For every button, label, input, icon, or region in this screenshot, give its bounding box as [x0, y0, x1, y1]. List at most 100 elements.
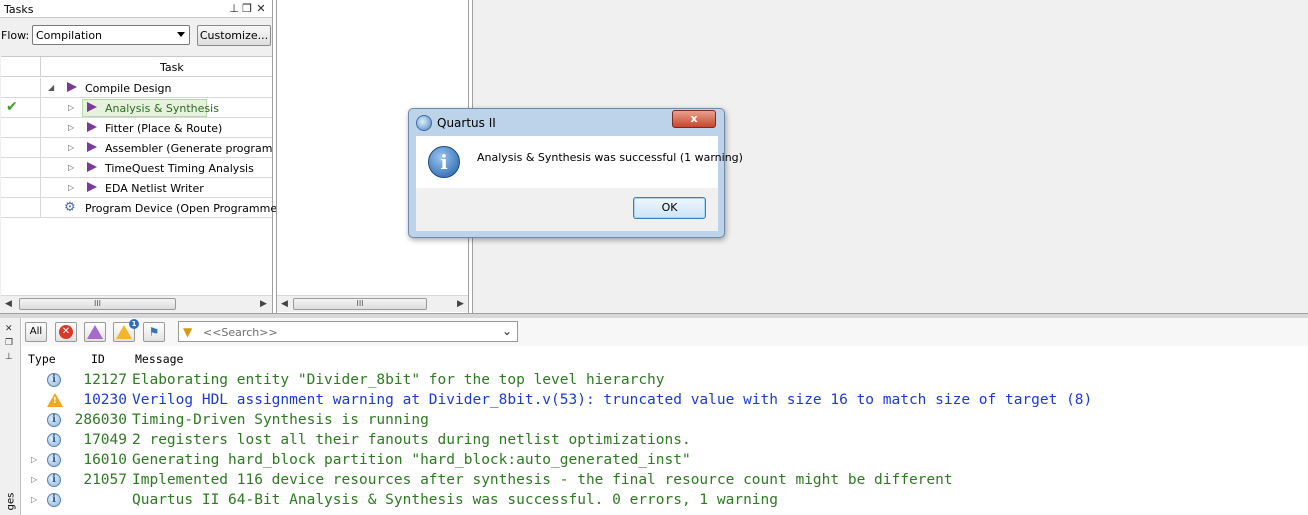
task-row-eda-netlist-writer[interactable]: ▷ EDA Netlist Writer — [1, 178, 272, 198]
task-table: Task ◢ Compile Design ✔ ▷ Analysis & Syn… — [1, 56, 286, 296]
run-task-icon[interactable] — [87, 142, 97, 152]
quartus-logo-icon — [416, 115, 432, 131]
chevron-down-icon[interactable]: ⌄ — [502, 324, 512, 338]
task-row-compile-design[interactable]: ◢ Compile Design — [1, 78, 272, 98]
task-label: Program Device (Open Programmer) — [85, 202, 286, 215]
hierarchy-horizontal-scrollbar[interactable]: ◀ III ▶ — [277, 295, 468, 312]
restore-window-icon[interactable]: ❐ — [5, 338, 13, 348]
message-text: Implemented 116 device resources after s… — [132, 472, 953, 488]
task-status-cell: ✔ — [1, 98, 41, 118]
scroll-left-icon[interactable]: ◀ — [5, 299, 12, 309]
scroll-thumb[interactable]: III — [19, 298, 176, 310]
message-text: 2 registers lost all their fanouts durin… — [132, 432, 691, 448]
info-icon: i — [47, 453, 61, 467]
information-icon: i — [428, 146, 460, 178]
filter-critical-warnings-button[interactable] — [84, 322, 106, 342]
task-label: TimeQuest Timing Analysis — [105, 162, 254, 175]
task-table-header: Task — [1, 57, 272, 77]
run-task-icon[interactable] — [87, 122, 97, 132]
message-id: 17049 — [83, 432, 127, 448]
checkmark-icon: ✔ — [6, 99, 18, 115]
info-icon: i — [47, 373, 61, 387]
task-row-fitter[interactable]: ▷ Fitter (Place & Route) — [1, 118, 272, 138]
expand-icon[interactable]: ▷ — [68, 123, 74, 132]
message-row[interactable]: i 17049 2 registers lost all their fanou… — [22, 431, 1308, 451]
task-label: Assembler (Generate programming — [105, 142, 272, 155]
column-divider — [40, 57, 41, 77]
tasks-panel: Tasks ⊥ ❐ ✕ Flow: Compilation Customize.… — [0, 0, 286, 313]
message-text: Timing-Driven Synthesis is running — [132, 412, 429, 428]
collapse-icon[interactable]: ◢ — [48, 83, 54, 92]
tasks-horizontal-scrollbar[interactable]: ◀ III ▶ — [1, 295, 272, 312]
messages-sidebar: ✕ ❐ ⊥ ges — [0, 318, 21, 515]
type-column-header: Type — [28, 352, 56, 366]
expand-icon[interactable]: ▷ — [31, 495, 37, 504]
info-icon: i — [47, 413, 61, 427]
expand-icon[interactable]: ▷ — [31, 475, 37, 484]
task-status-cell — [1, 198, 41, 218]
filter-icon: ▼ — [183, 325, 193, 339]
dialog-body: i Analysis & Synthesis was successful (1… — [416, 136, 743, 188]
task-label: Analysis & Synthesis — [105, 102, 219, 115]
chevron-down-icon — [177, 32, 185, 37]
task-row-program-device[interactable]: ⚙ Program Device (Open Programmer) — [1, 198, 286, 218]
flow-select-value: Compilation — [36, 29, 103, 42]
message-column-header: Message — [135, 352, 184, 366]
scroll-right-icon[interactable]: ▶ — [457, 299, 464, 309]
restore-window-icon[interactable]: ❐ — [241, 2, 253, 15]
task-label: Fitter (Place & Route) — [105, 122, 223, 135]
expand-icon[interactable]: ▷ — [68, 143, 74, 152]
message-row[interactable]: ▷ i 16010 Generating hard_block partitio… — [22, 451, 1308, 471]
filter-errors-button[interactable]: ✕ — [55, 322, 77, 342]
pin-icon[interactable]: ⊥ — [228, 2, 240, 15]
run-task-icon[interactable] — [87, 162, 97, 172]
dialog-close-button[interactable]: x — [672, 110, 716, 128]
customize-button[interactable]: Customize... — [197, 25, 271, 46]
task-row-analysis-synthesis[interactable]: ✔ ▷ Analysis & Synthesis — [1, 98, 272, 118]
messages-tab-label[interactable]: ges — [5, 493, 16, 511]
warning-mark: ! — [53, 396, 57, 405]
filter-all-button[interactable]: All — [25, 322, 47, 342]
scroll-left-icon[interactable]: ◀ — [281, 299, 288, 309]
pin-icon[interactable]: ⊥ — [5, 352, 13, 362]
filter-suppressed-button[interactable]: ⚑ — [143, 322, 165, 342]
messages-list: Type ID Message i 12127 Elaborating enti… — [22, 346, 1308, 515]
expand-icon[interactable]: ▷ — [68, 183, 74, 192]
ok-button[interactable]: OK — [633, 197, 706, 219]
messages-toolbar: All ✕ 1 ⚑ ▼ <<Search>> ⌄ — [22, 318, 1308, 346]
scroll-thumb[interactable]: III — [293, 298, 427, 310]
message-row[interactable]: ▷ i Quartus II 64-Bit Analysis & Synthes… — [22, 491, 1308, 511]
message-id: 286030 — [74, 412, 127, 428]
tasks-panel-title: Tasks — [4, 3, 34, 16]
programmer-icon[interactable]: ⚙ — [64, 200, 76, 215]
task-column-header: Task — [160, 61, 184, 74]
warning-count-badge: 1 — [129, 319, 139, 329]
message-search-input[interactable]: ▼ <<Search>> ⌄ — [178, 321, 518, 342]
task-status-cell — [1, 178, 41, 198]
dialog-footer: OK — [416, 188, 718, 231]
error-icon: ✕ — [59, 325, 73, 339]
task-status-cell — [1, 138, 41, 157]
run-task-icon[interactable] — [87, 102, 97, 112]
message-id: 10230 — [83, 392, 127, 408]
messages-header: Type ID Message — [22, 351, 1308, 369]
task-row-timequest[interactable]: ▷ TimeQuest Timing Analysis — [1, 158, 272, 178]
task-status-cell — [1, 158, 41, 178]
message-row[interactable]: i 286030 Timing-Driven Synthesis is runn… — [22, 411, 1308, 431]
task-row-assembler[interactable]: ▷ Assembler (Generate programming — [1, 138, 272, 158]
flow-select[interactable]: Compilation — [32, 25, 190, 45]
close-icon[interactable]: ✕ — [5, 324, 13, 334]
dialog-title: Quartus II — [437, 116, 496, 130]
run-task-icon[interactable] — [67, 82, 77, 92]
expand-icon[interactable]: ▷ — [68, 163, 74, 172]
run-task-icon[interactable] — [87, 182, 97, 192]
message-id: 12127 — [83, 372, 127, 388]
expand-icon[interactable]: ▷ — [31, 455, 37, 464]
expand-icon[interactable]: ▷ — [68, 103, 74, 112]
message-row[interactable]: ▷ i 21057 Implemented 116 device resourc… — [22, 471, 1308, 491]
close-icon[interactable]: ✕ — [255, 2, 267, 15]
scroll-right-icon[interactable]: ▶ — [260, 299, 267, 309]
task-label: EDA Netlist Writer — [105, 182, 204, 195]
message-row[interactable]: ! 10230 Verilog HDL assignment warning a… — [22, 391, 1308, 411]
message-row[interactable]: i 12127 Elaborating entity "Divider_8bit… — [22, 371, 1308, 391]
